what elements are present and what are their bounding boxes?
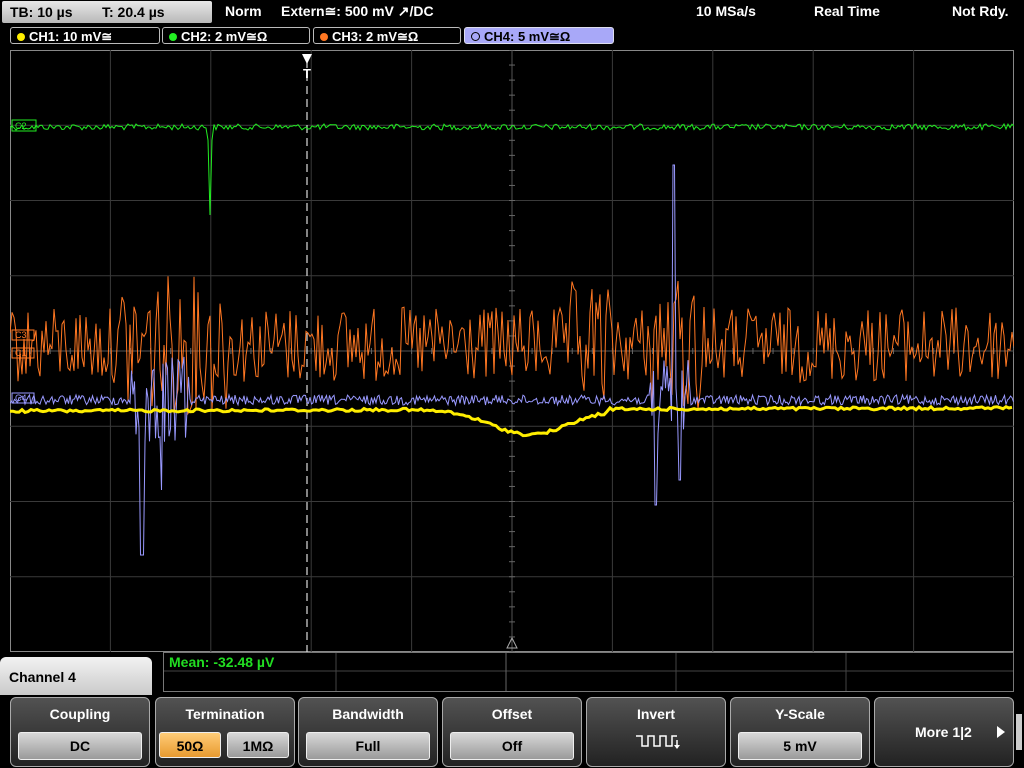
offset-softkey[interactable]: Offset Off — [442, 697, 582, 767]
y-scale-value[interactable]: 5 mV — [738, 732, 862, 760]
offset-title: Offset — [491, 706, 533, 722]
ch4-color-dot — [471, 32, 480, 41]
measurement-panel — [163, 652, 1014, 692]
timebase-value: TB: 10 µs — [10, 4, 73, 20]
tab-ch1[interactable]: CH1: 10 mV≅ — [10, 27, 160, 44]
coupling-value[interactable]: DC — [18, 732, 142, 760]
sample-rate: 10 MSa/s — [696, 3, 756, 19]
tab-ch3[interactable]: CH3: 2 mV≅Ω — [313, 27, 461, 44]
offset-value[interactable]: Off — [450, 732, 574, 760]
ch2-label: CH2: 2 mV≅Ω — [181, 29, 268, 44]
status-bar: TB: 10 µs T: 20.4 µs Norm Extern≅: 500 m… — [0, 0, 1024, 24]
invert-softkey[interactable]: Invert — [586, 697, 726, 767]
bandwidth-softkey[interactable]: Bandwidth Full — [298, 697, 438, 767]
coupling-softkey[interactable]: Coupling DC — [10, 697, 150, 767]
svg-text:C1: C1 — [15, 348, 27, 358]
ground-marker-ch3: C3 — [11, 329, 35, 341]
scroll-indicator — [1016, 714, 1022, 750]
ch2-color-dot — [169, 33, 177, 41]
svg-text:C2: C2 — [15, 121, 27, 131]
chevron-right-icon — [997, 726, 1005, 738]
y-scale-title: Y-Scale — [775, 706, 825, 722]
ch1-label: CH1: 10 mV≅ — [29, 29, 113, 44]
ch3-label: CH3: 2 mV≅Ω — [332, 29, 419, 44]
trigger-marker-icon — [302, 54, 312, 64]
bandwidth-title: Bandwidth — [332, 706, 404, 722]
invert-waveform-icon — [636, 735, 680, 749]
y-scale-softkey[interactable]: Y-Scale 5 mV — [730, 697, 870, 767]
trigger-source[interactable]: Extern≅: 500 mV ↗/DC — [281, 3, 434, 20]
trigger-marker-label: T — [303, 66, 311, 81]
waveform-canvas: T C2 C3 C1 C4 — [10, 50, 1014, 652]
trigger-time-value: T: 20.4 µs — [102, 4, 165, 20]
channel-tabs: CH1: 10 mV≅ CH2: 2 mV≅Ω CH3: 2 mV≅Ω CH4:… — [0, 25, 1024, 47]
svg-text:C4: C4 — [15, 393, 27, 403]
tab-ch4[interactable]: CH4: 5 mV≅Ω — [464, 27, 614, 44]
invert-title: Invert — [636, 706, 676, 722]
mean-measurement: Mean: -32.48 µV — [169, 654, 275, 670]
bandwidth-value[interactable]: Full — [306, 732, 430, 760]
coupling-title: Coupling — [49, 706, 111, 722]
termination-1m-ohm-option[interactable]: 1MΩ — [227, 732, 289, 758]
trigger-status: Not Rdy. — [952, 3, 1009, 19]
ch1-color-dot — [17, 33, 25, 41]
acquisition-mode: Real Time — [814, 3, 880, 19]
ch3-color-dot — [320, 33, 328, 41]
termination-title: Termination — [185, 706, 265, 722]
more-label: More 1|2 — [915, 724, 972, 740]
svg-text:C3: C3 — [15, 330, 27, 340]
menu-title: Channel 4 — [0, 657, 152, 697]
trigger-mode[interactable]: Norm — [225, 3, 262, 19]
tab-ch2[interactable]: CH2: 2 mV≅Ω — [162, 27, 310, 44]
termination-softkey[interactable]: Termination 50Ω 1MΩ — [155, 697, 295, 767]
termination-50-ohm-option[interactable]: 50Ω — [159, 732, 221, 758]
ch4-label: CH4: 5 mV≅Ω — [484, 29, 571, 44]
timebase-box[interactable]: TB: 10 µs T: 20.4 µs — [2, 1, 212, 23]
more-softkey[interactable]: More 1|2 — [874, 697, 1014, 767]
